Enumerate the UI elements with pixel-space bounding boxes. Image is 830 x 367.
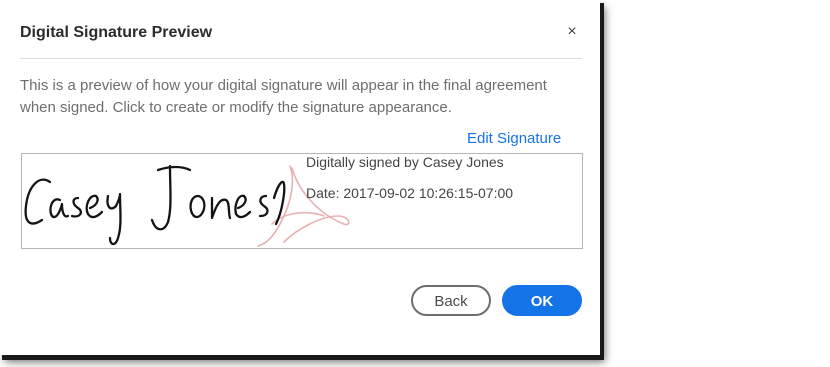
dialog-description: This is a preview of how your digital si… <box>20 77 547 116</box>
handwritten-signature <box>24 164 286 246</box>
back-button[interactable]: Back <box>411 285 491 316</box>
signature-date-text: Date: 2017-09-02 10:26:15-07:00 <box>306 185 514 201</box>
signature-preview-box: Digitally signed by Casey Jones Date: 20… <box>21 153 583 249</box>
ok-button[interactable]: OK <box>502 285 582 316</box>
digital-signature-preview-dialog: Digital Signature Preview × This is a pr… <box>0 0 600 355</box>
adobe-sign-watermark-icon <box>257 165 350 247</box>
header-divider <box>20 58 582 59</box>
signed-by-text: Digitally signed by Casey Jones <box>306 154 504 170</box>
edit-signature-link[interactable]: Edit Signature <box>467 130 561 147</box>
dialog-title: Digital Signature Preview <box>20 24 213 41</box>
close-icon[interactable]: × <box>565 22 579 42</box>
